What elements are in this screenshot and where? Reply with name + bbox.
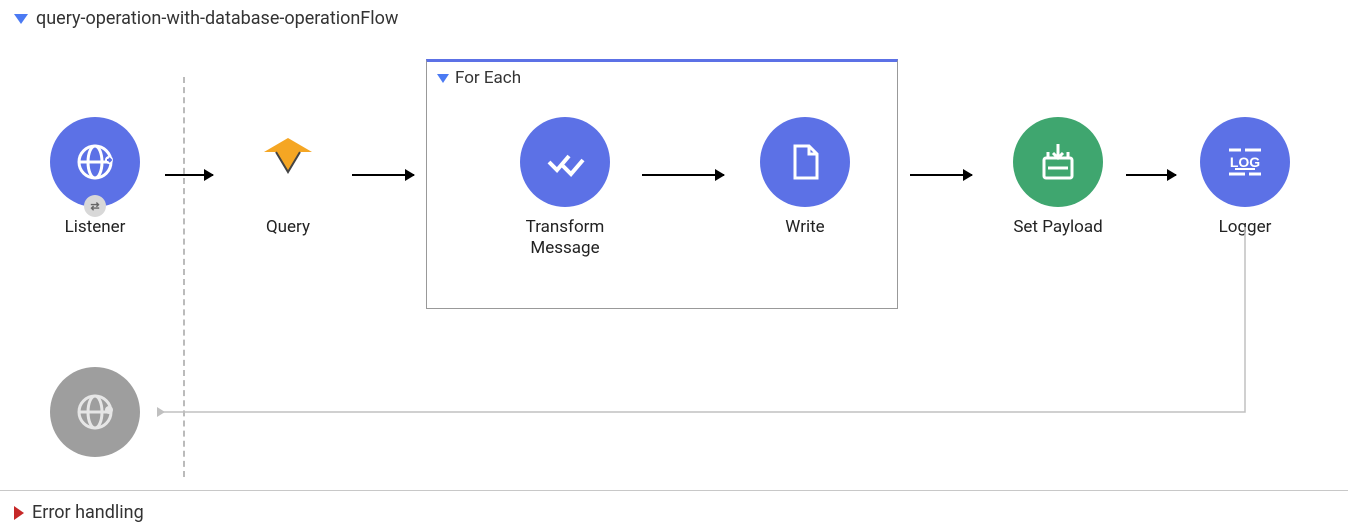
set-payload-icon [1013,117,1103,207]
flow-header[interactable]: query-operation-with-database-operationF… [0,0,1348,37]
query-label: Query [233,217,343,238]
error-handling-header[interactable]: Error handling [0,496,158,529]
node-response[interactable] [40,367,150,457]
transform-label: Transform Message [480,217,650,260]
node-query[interactable]: Query [233,117,343,238]
logger-icon: LOG [1200,117,1290,207]
set-payload-label: Set Payload [988,217,1128,238]
arrow-transform-write [642,174,724,176]
arrow-setpayload-logger [1126,174,1176,176]
query-icon [243,117,333,207]
arrow-query-foreach [352,174,414,176]
exchange-badge-icon [84,195,106,217]
collapse-triangle-icon[interactable] [14,14,28,24]
error-expand-icon[interactable] [14,506,24,520]
section-divider [0,490,1348,491]
arrow-foreach-setpayload [910,174,972,176]
foreach-collapse-icon[interactable] [437,74,449,83]
write-label: Write [750,217,860,238]
listener-icon [50,117,140,207]
listener-label: Listener [40,217,150,238]
node-write[interactable]: Write [750,117,860,238]
flow-title: query-operation-with-database-operationF… [36,8,398,29]
arrow-listener-query [165,174,213,176]
flow-canvas: Listener Query For Each [0,37,1348,497]
node-transform[interactable]: Transform Message [480,117,650,260]
foreach-title: For Each [455,68,521,88]
logger-label: Logger [1190,217,1300,238]
node-listener[interactable]: Listener [40,117,150,238]
svg-text:LOG: LOG [1230,154,1260,170]
write-icon [760,117,850,207]
node-logger[interactable]: LOG Logger [1190,117,1300,238]
response-icon [50,367,140,457]
node-set-payload[interactable]: Set Payload [988,117,1128,238]
error-title: Error handling [32,502,144,523]
source-divider [183,77,185,477]
foreach-header[interactable]: For Each [427,62,897,94]
transform-icon [520,117,610,207]
